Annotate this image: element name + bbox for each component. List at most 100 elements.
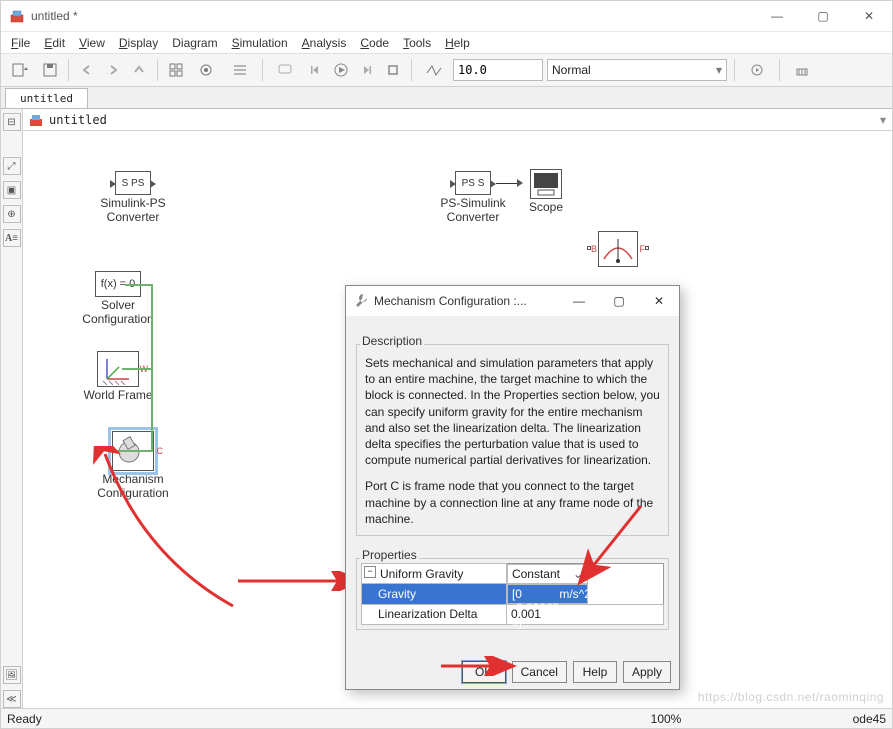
title-bar: untitled * — ▢ ✕	[1, 1, 892, 31]
separator	[411, 59, 412, 81]
dialog-close-button[interactable]: ✕	[639, 286, 679, 316]
minimize-button[interactable]: —	[754, 1, 800, 31]
breadcrumb-expand-icon[interactable]: ▾	[880, 113, 886, 127]
menu-tools[interactable]: Tools	[397, 34, 437, 52]
block-simulink-ps-converter[interactable]: S PS Simulink-PS Converter	[98, 171, 168, 225]
menu-analysis[interactable]: Analysis	[296, 34, 353, 52]
maximize-button[interactable]: ▢	[800, 1, 846, 31]
build-button[interactable]	[787, 59, 817, 81]
separator	[157, 59, 158, 81]
block-label: Simulink-PS Converter	[98, 197, 168, 225]
dialog-title-bar[interactable]: Mechanism Configuration :... — ▢ ✕	[346, 286, 679, 316]
library-browser-button[interactable]	[165, 59, 187, 81]
description-text-2: Port C is frame node that you connect to…	[365, 478, 660, 527]
separator	[734, 59, 735, 81]
save-button[interactable]	[39, 59, 61, 81]
menu-bar: File Edit View Display Diagram Simulatio…	[1, 31, 892, 53]
breadcrumb-bar: untitled ▾	[23, 109, 892, 131]
separator	[68, 59, 69, 81]
prop-row-uniform-gravity[interactable]: −Uniform Gravity Constant⌄	[362, 563, 664, 584]
prop-row-gravity[interactable]: Gravity [0 -9.80665 0]m/s^2 ⌄	[362, 584, 664, 605]
block-label: World Frame	[78, 389, 158, 403]
stop-button[interactable]	[382, 59, 404, 81]
model-config-button[interactable]	[191, 59, 221, 81]
model-explorer-button[interactable]	[225, 59, 255, 81]
step-back-button[interactable]	[304, 59, 326, 81]
hide-nav-button[interactable]: ⊟	[3, 113, 21, 131]
block-mechanism-configuration[interactable]: C Mechanism Configuration	[68, 431, 198, 501]
zoom-fit-button[interactable]: ⤢	[3, 157, 21, 175]
model-icon	[29, 113, 43, 127]
signal-button[interactable]	[419, 59, 449, 81]
physical-line	[122, 368, 153, 370]
mechanism-configuration-dialog: Mechanism Configuration :... — ▢ ✕ Descr…	[345, 285, 680, 690]
dialog-button-row: OK Cancel Help Apply	[346, 655, 679, 689]
image-button[interactable]: 🖼	[3, 666, 21, 684]
block-ps-simulink-converter[interactable]: PS S PS-Simulink Converter	[438, 171, 508, 225]
menu-display[interactable]: Display	[113, 34, 164, 52]
properties-table: −Uniform Gravity Constant⌄ Gravity [0 -9…	[361, 563, 664, 625]
zoom-button[interactable]: ⊕	[3, 205, 21, 223]
properties-label: Properties	[360, 548, 419, 562]
menu-help[interactable]: Help	[439, 34, 476, 52]
app-window: untitled * — ▢ ✕ File Edit View Display …	[0, 0, 893, 729]
menu-file[interactable]: File	[5, 34, 36, 52]
menu-view[interactable]: View	[73, 34, 111, 52]
dialog-title: Mechanism Configuration :...	[374, 294, 559, 308]
signal-line	[496, 183, 519, 184]
comment-button[interactable]	[270, 59, 300, 81]
canvas-tool-rail: ⊟ ⤢ ▣ ⊕ A≡ 🖼 ≪	[1, 109, 23, 708]
dropdown-icon[interactable]: ⌄	[573, 567, 583, 581]
block-label: Scope	[521, 201, 571, 215]
cancel-button[interactable]: Cancel	[512, 661, 567, 683]
annotation-button[interactable]: A≡	[3, 229, 21, 247]
fit-to-view-button[interactable]: ▣	[3, 181, 21, 199]
status-zoom: 100%	[566, 712, 766, 726]
description-text-1: Sets mechanical and simulation parameter…	[365, 355, 660, 468]
block-label: Mechanism Configuration	[68, 473, 198, 501]
physical-line	[125, 284, 153, 286]
apply-button[interactable]: Apply	[623, 661, 671, 683]
description-box: Sets mechanical and simulation parameter…	[356, 344, 669, 536]
physical-line	[113, 450, 153, 452]
menu-code[interactable]: Code	[354, 34, 395, 52]
block-solver-configuration[interactable]: f(x) = 0 Solver Configuration	[78, 271, 158, 327]
stop-time-input[interactable]	[453, 59, 543, 81]
collapse-icon[interactable]: −	[364, 566, 376, 578]
menu-edit[interactable]: Edit	[38, 34, 71, 52]
fast-restart-button[interactable]	[742, 59, 772, 81]
block-revolute-joint[interactable]: B F	[588, 231, 648, 269]
new-model-button[interactable]	[5, 59, 35, 81]
breadcrumb-text[interactable]: untitled	[49, 113, 107, 127]
separator	[779, 59, 780, 81]
properties-box: −Uniform Gravity Constant⌄ Gravity [0 -9…	[356, 558, 669, 630]
help-button[interactable]: Help	[573, 661, 617, 683]
window-title: untitled *	[31, 9, 754, 23]
back-button[interactable]	[76, 59, 98, 81]
description-label: Description	[360, 334, 424, 348]
dialog-maximize-button[interactable]: ▢	[599, 286, 639, 316]
watermark: https://blog.csdn.net/raominqing	[698, 690, 884, 704]
menu-diagram[interactable]: Diagram	[166, 34, 223, 52]
ok-button[interactable]: OK	[462, 661, 506, 683]
block-label: PS-Simulink Converter	[438, 197, 508, 225]
status-bar: Ready 100% ode45	[1, 708, 892, 728]
block-world-frame[interactable]: W World Frame	[78, 351, 158, 403]
wrench-icon	[354, 293, 368, 310]
model-tab[interactable]: untitled	[5, 88, 88, 108]
menu-simulation[interactable]: Simulation	[226, 34, 294, 52]
dialog-minimize-button[interactable]: —	[559, 286, 599, 316]
info-button[interactable]: ≪	[3, 690, 21, 708]
step-forward-button[interactable]	[356, 59, 378, 81]
block-scope[interactable]: Scope	[521, 169, 571, 215]
up-button[interactable]	[128, 59, 150, 81]
model-tab-bar: untitled	[1, 87, 892, 109]
block-label: Solver Configuration	[78, 299, 158, 327]
close-button[interactable]: ✕	[846, 1, 892, 31]
status-solver: ode45	[766, 712, 886, 726]
forward-button[interactable]	[102, 59, 124, 81]
run-button[interactable]	[330, 59, 352, 81]
status-ready: Ready	[7, 712, 566, 726]
simulation-mode-select[interactable]: Normal▾	[547, 59, 727, 81]
toolbar: Normal▾	[1, 53, 892, 87]
